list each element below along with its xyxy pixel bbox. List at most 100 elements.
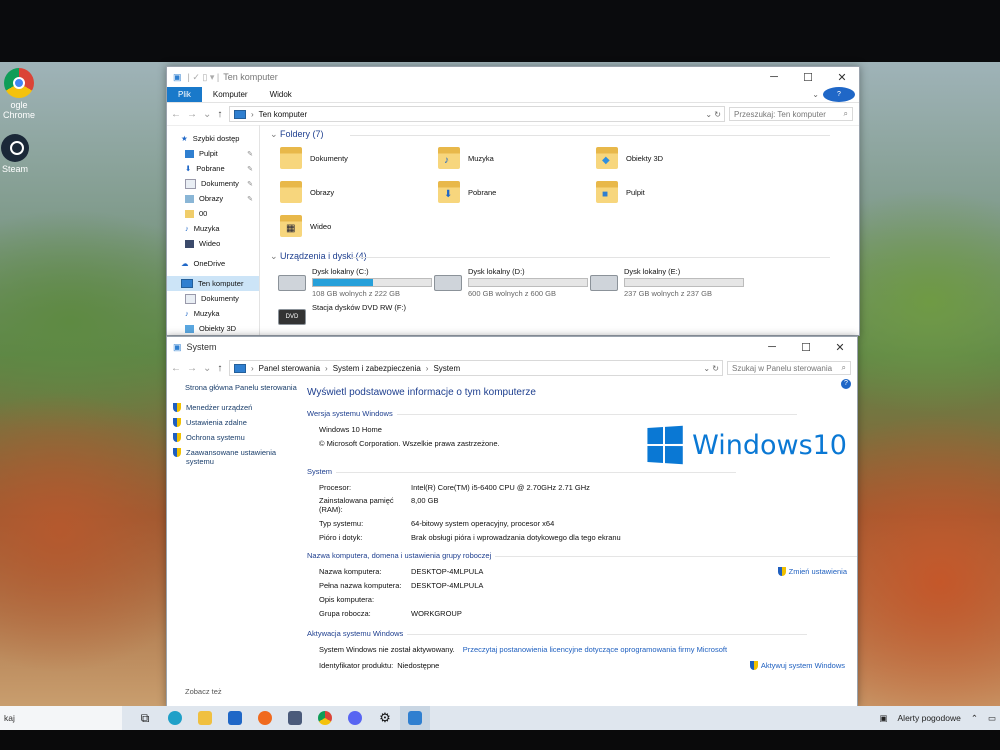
desktop-folder-icon: ■ [596,181,618,203]
see-also-label: Zobacz też [185,687,222,696]
device-manager-link[interactable]: Menedżer urządzeń [167,403,299,412]
spec-value: Intel(R) Core(TM) i5-6400 CPU @ 2.70GHz … [411,483,590,492]
nav-item-00[interactable]: 00 [167,206,259,221]
folder-item[interactable]: ▦ Wideo [280,215,331,237]
nav-item-pc-documents[interactable]: Dokumenty [167,291,259,306]
license-terms-link[interactable]: Przeczytaj postanowienia licencyjne doty… [463,645,727,654]
settings-gear-icon[interactable]: ⚙ [370,706,400,730]
taskbar-search[interactable]: kaj [0,706,122,730]
firefox-icon[interactable] [250,706,280,730]
network-app-icon[interactable] [280,706,310,730]
control-panel-home-link[interactable]: Strona główna Panelu sterowania [167,383,299,393]
nav-item-pc-music[interactable]: ♪ Muzyka [167,306,259,321]
tab-computer[interactable]: Komputer [202,87,259,102]
folders-group-header[interactable]: ⌄ Foldery (7) [270,129,826,140]
nav-item-quick-access[interactable]: ★ Szybki dostęp [167,131,259,146]
file-explorer-icon[interactable] [190,706,220,730]
drive-item-dvd[interactable]: DVD Stacja dysków DVD RW (F:) [278,301,406,325]
advanced-settings-link[interactable]: Zaawansowane ustawienia systemu [167,448,299,466]
navigation-pane: ★ Szybki dostęp Pulpit ✎ ⬇ Pobrane ✎ Dokumen… [167,125,260,335]
nav-item-music[interactable]: ♪ Muzyka [167,221,259,236]
breadcrumb-item[interactable]: Panel sterowania [259,364,320,373]
remote-settings-link[interactable]: Ustawienia zdalne [167,418,299,427]
refresh-icon[interactable]: ⌄ ↻ [703,364,722,373]
help-icon[interactable]: ? [823,87,855,102]
mail-icon[interactable] [220,706,250,730]
3d-objects-folder-icon: ◆ [596,147,618,169]
drive-item-c[interactable]: Dysk lokalny (C:) 108 GB wolnych z 222 GB [278,267,432,298]
breadcrumb-item[interactable]: System i zabezpieczenia [333,364,421,373]
task-view-icon[interactable]: ⧉ [130,706,160,730]
close-button[interactable]: ✕ [823,337,857,357]
system-window-taskbar-icon[interactable] [400,706,430,730]
activate-windows-link[interactable]: Aktywuj system Windows [749,661,845,670]
desktop-icon-chrome[interactable]: ogle Chrome [0,68,42,120]
change-settings-link[interactable]: Zmień ustawienia [777,567,847,576]
spec-label: Typ systemu: [319,519,364,528]
copyright-text: © Microsoft Corporation. Wszelkie prawa … [319,439,500,448]
music-icon: ♪ [185,224,189,233]
weather-alerts[interactable]: Alerty pogodowe [898,713,961,723]
address-text: Ten komputer [258,109,308,119]
folder-item[interactable]: Dokumenty [280,147,348,169]
drive-item-e[interactable]: Dysk lokalny (E:) 237 GB wolnych z 237 GB [590,267,744,298]
chrome-taskbar-icon[interactable] [310,706,340,730]
breadcrumb-item[interactable]: System [433,364,460,373]
nav-item-this-pc[interactable]: Ten komputer [167,276,259,291]
refresh-icon[interactable]: ⌄ ↻ [705,110,724,119]
network-icon[interactable]: ▭ [988,713,996,724]
nav-item-videos[interactable]: Wideo [167,236,259,251]
monitor-bezel-bottom [0,730,1000,750]
picture-icon [185,194,194,203]
ribbon-expand-icon[interactable]: ⌄ [808,87,823,102]
search-input[interactable]: Szukaj w Panelu sterowania ⌕ [727,361,851,375]
system-protection-link[interactable]: Ochrona systemu [167,433,299,442]
system-titlebar[interactable]: ▣ System ─ ☐ ✕ [167,337,857,357]
folder-item[interactable]: ♪ Muzyka [438,147,494,169]
address-bar[interactable]: › Panel sterowania › System i zabezpieczen… [229,360,723,376]
explorer-titlebar[interactable]: ▣ | ✓ ▯ ▾ | Ten komputer ─ ☐ ✕ [167,67,859,87]
activation-status: System Windows nie został aktywowany. [319,645,455,654]
minimize-button[interactable]: ─ [757,67,791,87]
nav-item-desktop[interactable]: Pulpit ✎ [167,146,259,161]
discord-icon[interactable] [340,706,370,730]
pictures-folder-icon [280,181,302,203]
drives-group-header[interactable]: ⌄ Urządzenia i dyski (4) [270,251,828,262]
cloud-icon: ☁ [181,259,189,268]
pin-icon: ✎ [247,180,253,188]
desktop-icon-steam[interactable]: Steam [0,134,38,174]
document-icon [185,293,196,304]
nav-arrows[interactable]: ←→⌄↑ [171,109,229,120]
nav-item-3d-objects[interactable]: Obiekty 3D [167,321,259,335]
spec-label: Procesor: [319,483,352,492]
weather-icon[interactable]: ▣ [879,713,887,724]
search-input[interactable]: Przeszukaj: Ten komputer ⌕ [729,107,853,121]
nav-item-pictures[interactable]: Obrazy ✎ [167,191,259,206]
minimize-button[interactable]: ─ [755,337,789,357]
drive-item-d[interactable]: Dysk lokalny (D:) 600 GB wolnych z 600 GB [434,267,588,298]
shield-icon [173,448,181,457]
pc-icon [234,109,246,119]
address-bar[interactable]: › Ten komputer ⌄ ↻ [229,106,725,122]
chevron-up-icon[interactable]: ⌃ [971,713,978,724]
name-label: Opis komputera: [319,595,375,604]
hard-drive-icon [278,275,306,291]
ribbon-tabs: Plik Komputer Widok ⌄ ? [167,87,859,103]
desktop-icon [185,149,194,158]
nav-item-onedrive[interactable]: ☁ OneDrive [167,256,259,271]
maximize-button[interactable]: ☐ [791,67,825,87]
folder-item[interactable]: ⬇ Pobrane [438,181,496,203]
windows-10-logo: Windows10 [646,425,847,465]
close-button[interactable]: ✕ [825,67,859,87]
nav-item-documents[interactable]: Dokumenty ✎ [167,176,259,191]
tab-file[interactable]: Plik [167,87,202,102]
folder-item[interactable]: ■ Pulpit [596,181,645,203]
nav-arrows[interactable]: ←→⌄↑ [171,363,229,374]
tab-view[interactable]: Widok [259,87,303,102]
nav-item-downloads[interactable]: ⬇ Pobrane ✎ [167,161,259,176]
folder-item[interactable]: ◆ Obiekty 3D [596,147,663,169]
edge-icon[interactable] [160,706,190,730]
quick-access-toolbar[interactable]: | ✓ ▯ ▾ | [188,72,220,83]
folder-item[interactable]: Obrazy [280,181,334,203]
maximize-button[interactable]: ☐ [789,337,823,357]
